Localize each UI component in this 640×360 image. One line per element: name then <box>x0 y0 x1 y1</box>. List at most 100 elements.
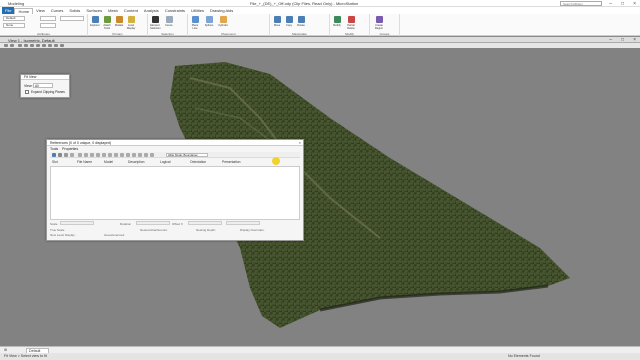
attach-reference-icon[interactable] <box>52 153 56 157</box>
weight-combo[interactable] <box>60 16 84 21</box>
delete-clip-icon[interactable] <box>126 153 130 157</box>
level-icon <box>127 16 135 23</box>
col-file-name[interactable]: File Name <box>77 160 92 164</box>
offset-y-field[interactable] <box>226 221 260 225</box>
col-description[interactable]: Description <box>128 160 145 164</box>
view-select[interactable]: All <box>33 83 53 88</box>
references-close-icon[interactable]: × <box>299 140 301 146</box>
region-icon <box>375 16 383 23</box>
partial-delete-button[interactable]: Partial Delete <box>346 16 356 30</box>
group-modify: Modify Partial Delete Modify <box>330 14 370 36</box>
modify-button[interactable]: Modify <box>332 16 342 27</box>
mirror-v-icon[interactable] <box>108 153 112 157</box>
level-display-button[interactable]: Level Display <box>126 16 136 30</box>
menu-tools[interactable]: Tools <box>50 147 58 151</box>
clip-back-icon[interactable] <box>138 153 142 157</box>
clip-mask-icon[interactable] <box>120 153 124 157</box>
color-combo[interactable] <box>40 16 56 21</box>
tab-drawing-aids[interactable]: Drawing Aids <box>207 8 236 13</box>
col-model[interactable]: Model <box>104 160 113 164</box>
style-combo[interactable] <box>40 23 56 28</box>
rotation-field[interactable] <box>136 221 170 225</box>
fit-view-dialog: Fit View View: All Expand Clipping Plane… <box>20 74 70 98</box>
offset-x-field[interactable] <box>188 221 222 225</box>
tab-content[interactable]: Content <box>121 8 141 13</box>
move-button[interactable]: Move <box>272 16 282 27</box>
spline-icon <box>205 16 213 23</box>
col-logical[interactable]: Logical <box>160 160 170 164</box>
set-presentation-icon[interactable] <box>144 153 148 157</box>
fence-button[interactable]: Fence <box>164 16 174 27</box>
tab-constraints[interactable]: Constraints <box>162 8 188 13</box>
tab-utilities[interactable]: Utilities <box>188 8 207 13</box>
attach-tools-button[interactable]: Attach Tools <box>102 16 112 30</box>
cylinder-button[interactable]: Cylinder <box>218 16 228 27</box>
make-direct-icon[interactable] <box>150 153 154 157</box>
col-slot[interactable]: Slot <box>52 160 58 164</box>
ribbon: Default None Attributes Explorer Attach … <box>0 14 640 36</box>
fit-view-icon[interactable] <box>36 44 40 47</box>
rotate-view-icon[interactable] <box>42 44 46 47</box>
models-button[interactable]: Models <box>114 16 124 27</box>
attach-icon <box>103 16 111 23</box>
display-style-icon[interactable] <box>10 44 14 47</box>
reload-icon[interactable] <box>64 153 68 157</box>
explorer-icon <box>91 16 99 23</box>
view-previous-icon[interactable] <box>54 44 58 47</box>
tab-view[interactable]: View <box>33 8 48 13</box>
explorer-button[interactable]: Explorer <box>90 16 100 27</box>
georeferenced-label: Georeferenced: <box>104 233 125 237</box>
zoom-in-icon[interactable] <box>18 44 22 47</box>
tool-settings-bar: ⚙ Default <box>0 346 640 354</box>
tab-curves[interactable]: Curves <box>48 8 67 13</box>
title-bar: Modeling File_+_(DE)_+_Off.ody (Clip Fil… <box>0 0 640 7</box>
exchange-icon[interactable] <box>70 153 74 157</box>
window-area-icon[interactable] <box>30 44 34 47</box>
create-region-button[interactable]: Create Region <box>374 16 384 30</box>
tab-surfaces[interactable]: Surfaces <box>83 8 105 13</box>
app-name: Modeling <box>8 1 25 6</box>
expand-clipping-checkbox[interactable] <box>25 90 29 94</box>
tab-mesh[interactable]: Mesh <box>105 8 121 13</box>
copy-button[interactable]: Copy <box>284 16 294 27</box>
tab-home[interactable]: Home <box>14 7 34 14</box>
rotate-ref-icon[interactable] <box>96 153 100 157</box>
mirror-h-icon[interactable] <box>102 153 106 157</box>
references-list[interactable] <box>50 166 300 220</box>
rotate-button[interactable]: Rotate <box>296 16 306 27</box>
detach-icon[interactable] <box>58 153 62 157</box>
scale-field[interactable] <box>60 221 94 225</box>
clip-front-icon[interactable] <box>132 153 136 157</box>
element-selection-button[interactable]: Element Selection <box>150 16 161 30</box>
move-ref-icon[interactable] <box>78 153 82 157</box>
copy-icon <box>285 16 293 23</box>
offset-label: Offset X <box>172 222 183 226</box>
scale-ref-icon[interactable] <box>90 153 94 157</box>
highlight-marker <box>272 157 280 165</box>
zoom-out-icon[interactable] <box>24 44 28 47</box>
group-label: Modify <box>345 32 354 36</box>
tab-file[interactable]: File <box>2 7 15 14</box>
tab-solids[interactable]: Solids <box>66 8 83 13</box>
view-next-icon[interactable] <box>60 44 64 47</box>
delete-icon <box>347 16 355 23</box>
active-level-combo[interactable]: Default <box>3 16 25 21</box>
place-line-button[interactable]: Place Line <box>190 16 200 30</box>
view-attributes-icon[interactable] <box>4 44 8 47</box>
hilite-mode-select[interactable]: Hilite Mode: Boundaries <box>166 153 208 157</box>
pan-view-icon[interactable] <box>48 44 52 47</box>
ribbon-search-input[interactable]: Search Ribbon <box>560 1 602 6</box>
cursor-icon <box>151 16 159 23</box>
modify-icon <box>333 16 341 23</box>
splines-button[interactable]: Splines <box>204 16 214 27</box>
tab-analysis[interactable]: Analysis <box>141 8 162 13</box>
col-presentation[interactable]: Presentation <box>222 160 241 164</box>
copy-ref-icon[interactable] <box>84 153 88 157</box>
col-orientation[interactable]: Orientation <box>190 160 206 164</box>
clip-boundary-icon[interactable] <box>114 153 118 157</box>
menu-properties[interactable]: Properties <box>62 147 78 151</box>
lock-icon[interactable]: ⚙ <box>4 348 7 352</box>
view-label: View: <box>24 84 33 88</box>
group-placement: Place Line Splines Cylinder Placement <box>188 14 270 36</box>
view-combo[interactable]: None <box>3 23 25 28</box>
